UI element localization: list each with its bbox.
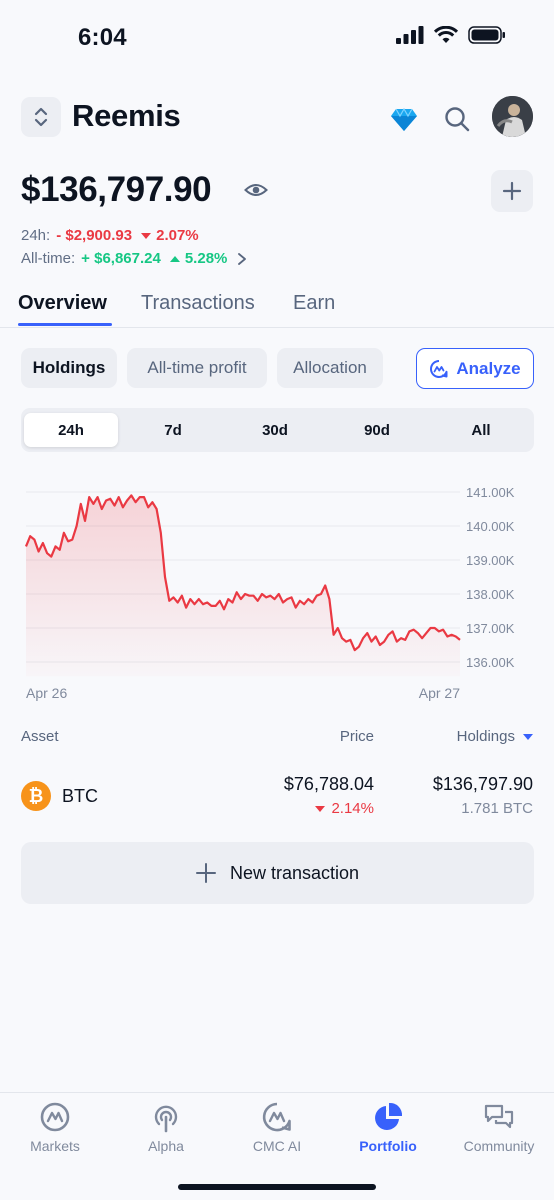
y-tick-label: 136.00K (466, 655, 515, 670)
nav-label: Community (463, 1138, 535, 1154)
plus-icon (502, 181, 522, 201)
sort-down-icon (523, 733, 533, 740)
asset-holdings-value: $136,797.90 (432, 774, 533, 794)
range-all[interactable]: All (431, 413, 531, 447)
asset-symbol: BTC (62, 786, 98, 806)
avatar[interactable] (492, 96, 533, 137)
eye-icon[interactable] (244, 181, 268, 199)
add-button[interactable] (491, 170, 533, 212)
wifi-icon (434, 26, 458, 43)
portfolio-tabs: Overview Transactions Earn (0, 288, 554, 328)
tab-transactions[interactable]: Transactions (141, 292, 255, 315)
asset-column-header: Asset (21, 728, 59, 745)
nav-label: Alpha (148, 1138, 184, 1154)
new-transaction-label: New transaction (229, 862, 360, 883)
status-bar: 6:04 (0, 0, 554, 76)
y-tick-label: 138.00K (466, 587, 515, 602)
all-time-value: + $6,867.24 (81, 250, 161, 267)
x-tick-start: Apr 26 (26, 685, 67, 701)
nav-alpha[interactable]: Alpha (111, 1101, 221, 1154)
diamond-icon[interactable] (390, 108, 418, 132)
portfolio-balance: $136,797.90 (21, 170, 212, 209)
plus-icon (195, 863, 216, 883)
asset-price-change: 2.14% (315, 800, 374, 817)
cellular-signal-icon (396, 26, 424, 44)
alpha-icon (154, 1105, 178, 1133)
all-time-profit-view-button[interactable]: All-time profit (127, 348, 267, 388)
time-range-selector: 24h 7d 30d 90d All (21, 408, 534, 452)
holdings-sort-button[interactable]: Holdings (457, 728, 533, 745)
range-7d[interactable]: 7d (125, 413, 221, 447)
portfolio-header: Reemis (21, 96, 533, 140)
nav-markets[interactable]: Markets (0, 1101, 110, 1154)
portfolio-value-chart[interactable]: 141.00K 140.00K 139.00K 138.00K 137.00K 136.0… (0, 470, 554, 710)
asset-price-change-percent: 2.14% (331, 800, 374, 817)
chart-area-fill (26, 495, 460, 677)
nav-community[interactable]: Community (444, 1101, 554, 1154)
holdings-column-header: Holdings (456, 728, 515, 745)
portfolio-icon (375, 1102, 403, 1130)
y-tick-label: 137.00K (466, 621, 515, 636)
down-triangle-icon (315, 805, 326, 812)
cmc-ai-icon (430, 359, 448, 378)
user-photo-icon (492, 96, 533, 137)
nav-portfolio[interactable]: Portfolio (333, 1101, 443, 1154)
all-time-label: All-time: (21, 250, 76, 267)
allocation-view-button[interactable]: Allocation (277, 348, 383, 388)
analyze-button[interactable]: Analyze (416, 348, 534, 389)
chevron-up-down-icon (34, 107, 48, 127)
nav-label: Markets (30, 1138, 80, 1154)
portfolio-name[interactable]: Reemis (72, 98, 181, 134)
up-triangle-icon (169, 255, 180, 262)
range-90d[interactable]: 90d (329, 413, 425, 447)
status-time: 6:04 (78, 24, 127, 51)
down-triangle-icon (141, 232, 152, 239)
markets-icon (40, 1102, 70, 1132)
battery-icon (468, 26, 505, 44)
cmc-ai-icon (262, 1102, 291, 1132)
x-tick-end: Apr 27 (419, 685, 460, 701)
search-icon[interactable] (444, 106, 470, 132)
tab-overview[interactable]: Overview (18, 292, 107, 315)
holdings-view-button[interactable]: Holdings (21, 348, 117, 388)
day-change-label: 24h: (21, 227, 51, 244)
nav-cmc-ai[interactable]: CMC AI (222, 1101, 332, 1154)
analyze-label: Analyze (456, 358, 521, 378)
range-30d[interactable]: 30d (227, 413, 323, 447)
portfolio-switcher-button[interactable] (21, 97, 61, 137)
day-change-row: 24h: - $2,900.93 2.07% (21, 227, 199, 244)
price-column-header: Price (339, 728, 374, 745)
y-tick-label: 141.00K (466, 485, 515, 500)
status-icons (396, 26, 506, 44)
home-indicator (178, 1184, 376, 1190)
day-change-value: - $2,900.93 (56, 227, 133, 244)
all-time-change-row[interactable]: All-time: + $6,867.24 5.28% (21, 250, 247, 267)
bitcoin-icon: ₿ (21, 781, 51, 811)
asset-price: $76,788.04 (283, 774, 374, 794)
community-icon (484, 1104, 514, 1129)
range-24h[interactable]: 24h (24, 413, 118, 447)
day-change-percent: 2.07% (156, 227, 199, 244)
y-tick-label: 139.00K (466, 553, 515, 568)
tab-earn[interactable]: Earn (293, 292, 335, 315)
asset-holdings-amount: 1.781 BTC (461, 800, 533, 817)
new-transaction-button[interactable]: New transaction (21, 842, 534, 904)
y-tick-label: 140.00K (466, 519, 515, 534)
tab-active-indicator (18, 323, 112, 326)
chevron-right-icon (238, 252, 247, 265)
nav-label: Portfolio (359, 1138, 417, 1154)
all-time-percent: 5.28% (184, 250, 228, 267)
nav-label: CMC AI (252, 1138, 302, 1154)
